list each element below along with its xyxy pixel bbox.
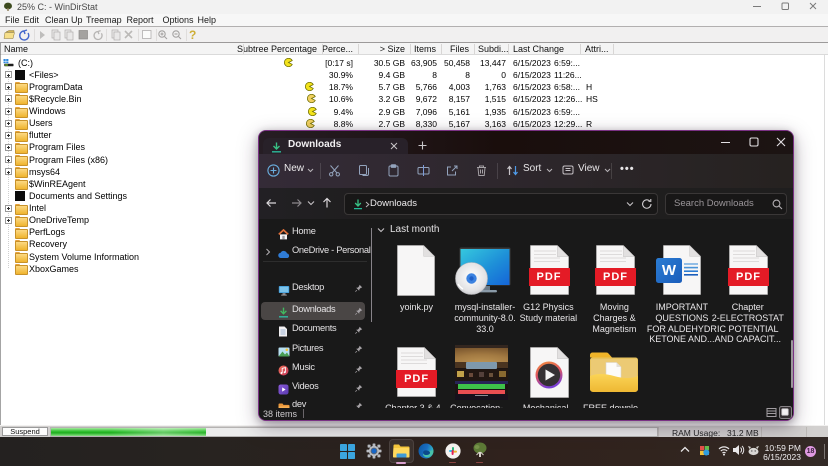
svg-text:?: ? [189, 28, 196, 42]
